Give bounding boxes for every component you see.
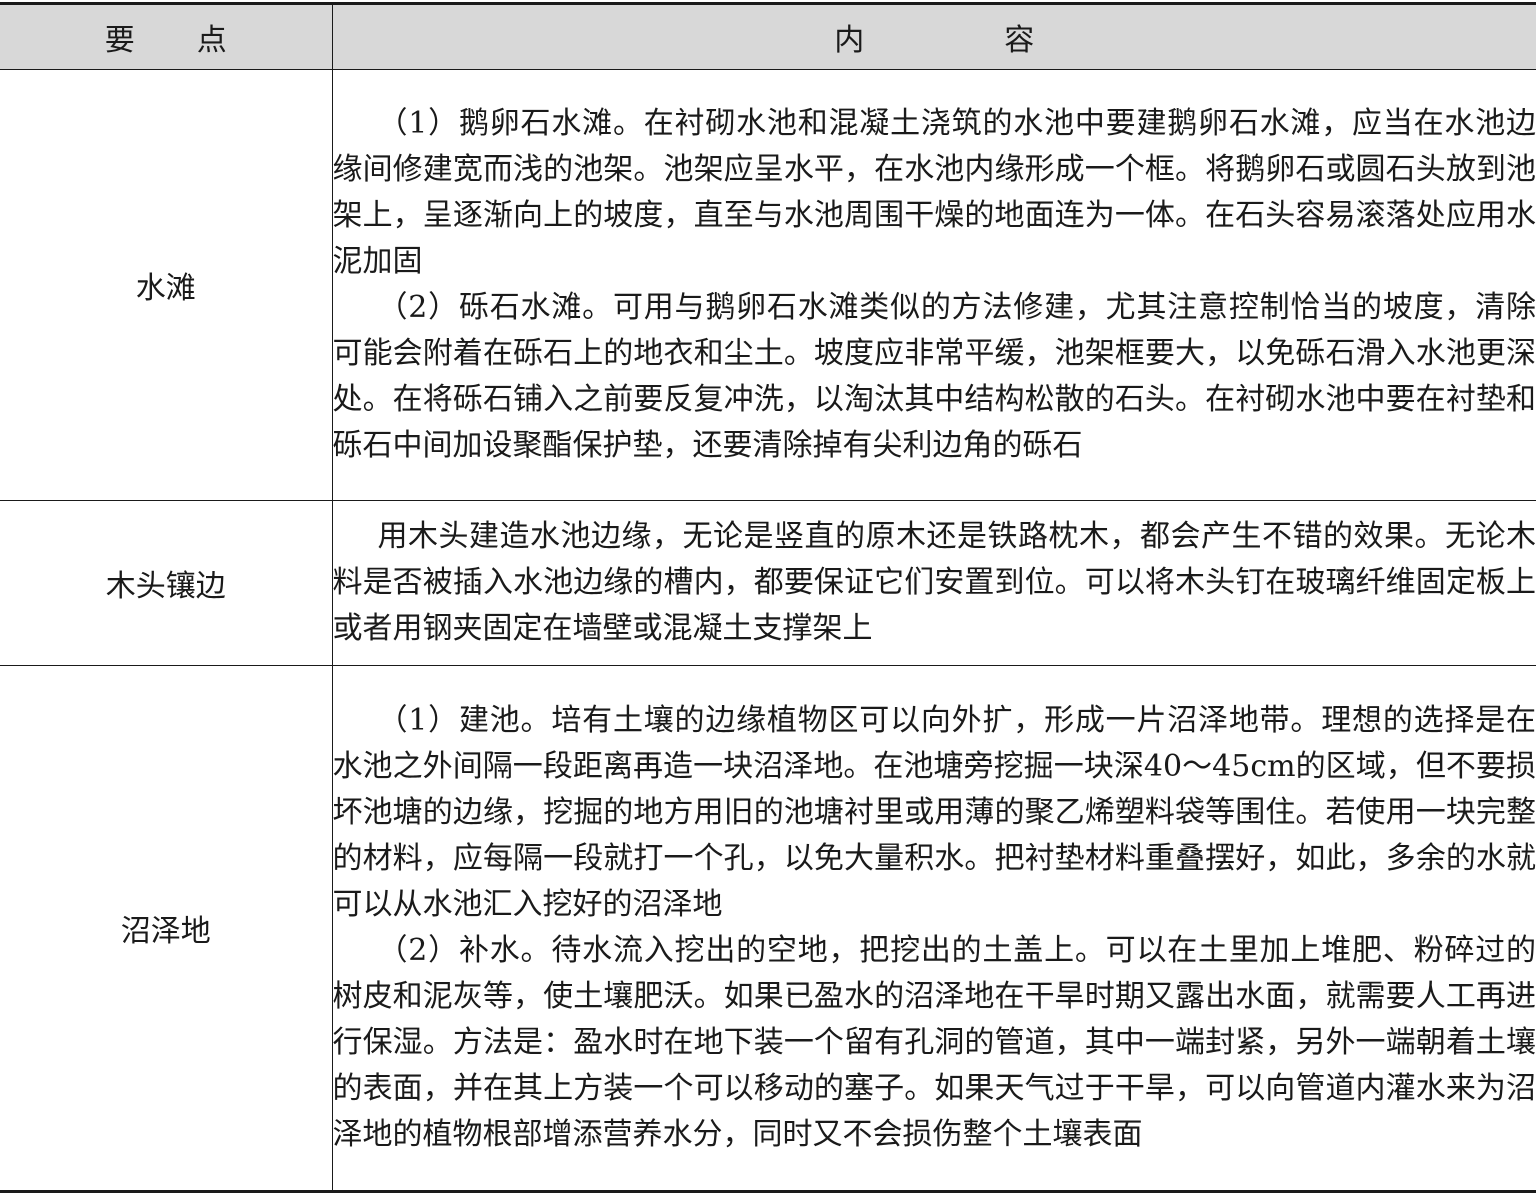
header-key-label: 要点 — [104, 23, 289, 58]
table-row: 水滩 （1）鹅卵石水滩。在衬砌水池和混凝土浇筑的水池中要建鹅卵石水滩，应当在水池… — [0, 69, 1536, 501]
row-content-cell: （1）鹅卵石水滩。在衬砌水池和混凝土浇筑的水池中要建鹅卵石水滩，应当在水池边缘间… — [332, 69, 1536, 501]
header-content-label: 内容 — [834, 23, 1175, 58]
content-paragraph: （1）建池。培有土壤的边缘植物区可以向外扩，形成一片沼泽地带。理想的选择是在水池… — [332, 703, 1536, 922]
header-key-cell: 要点 — [0, 2, 333, 70]
table-header-row: 要点 内容 — [0, 2, 1536, 70]
row-key-cell: 沼泽地 — [0, 665, 333, 1193]
row-key-cell: 水滩 — [0, 69, 333, 501]
row-content-cell: 用木头建造水池边缘，无论是竖直的原木还是铁路枕木，都会产生不错的效果。无论木料是… — [332, 500, 1536, 666]
row-key-cell: 木头镶边 — [0, 500, 333, 666]
table-row: 沼泽地 （1）建池。培有土壤的边缘植物区可以向外扩，形成一片沼泽地带。理想的选择… — [0, 665, 1536, 1193]
content-table: 要点 内容 水滩 （1）鹅卵石水滩。在衬砌水池和混凝土浇筑的水池中要建鹅卵石水滩… — [0, 2, 1536, 1193]
header-content-cell: 内容 — [332, 2, 1536, 70]
content-paragraph: 用木头建造水池边缘，无论是竖直的原木还是铁路枕木，都会产生不错的效果。无论木料是… — [332, 519, 1536, 646]
content-paragraph: （1）鹅卵石水滩。在衬砌水池和混凝土浇筑的水池中要建鹅卵石水滩，应当在水池边缘间… — [332, 106, 1536, 279]
content-paragraph: （2）补水。待水流入挖出的空地，把挖出的土盖上。可以在土里加上堆肥、粉碎过的树皮… — [332, 933, 1536, 1152]
document-page: 要点 内容 水滩 （1）鹅卵石水滩。在衬砌水池和混凝土浇筑的水池中要建鹅卵石水滩… — [0, 0, 1536, 1196]
row-content-cell: （1）建池。培有土壤的边缘植物区可以向外扩，形成一片沼泽地带。理想的选择是在水池… — [332, 665, 1536, 1193]
table-row: 木头镶边 用木头建造水池边缘，无论是竖直的原木还是铁路枕木，都会产生不错的效果。… — [0, 500, 1536, 666]
content-paragraph: （2）砾石水滩。可用与鹅卵石水滩类似的方法修建，尤其注意控制恰当的坡度，清除可能… — [332, 290, 1536, 463]
